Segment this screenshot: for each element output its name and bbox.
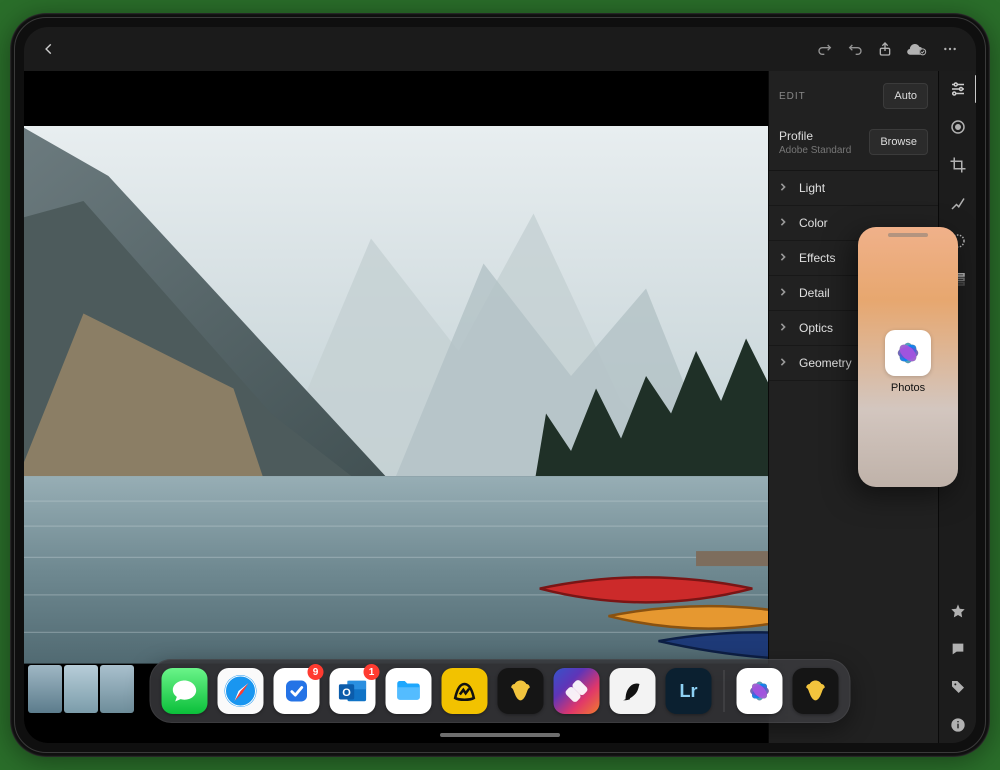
- rating-star-icon[interactable]: [948, 601, 968, 621]
- badge: 1: [364, 664, 380, 680]
- chevron-right-icon: [779, 286, 787, 300]
- dock-app-basecamp[interactable]: [442, 668, 488, 714]
- info-icon[interactable]: [948, 715, 968, 735]
- chevron-right-icon: [779, 356, 787, 370]
- sliders-tool-icon[interactable]: [948, 79, 968, 99]
- filmstrip-thumbnails[interactable]: [28, 665, 134, 713]
- chevron-right-icon: [779, 321, 787, 335]
- panel-label: Geometry: [799, 356, 852, 370]
- main-row: EDIT Auto Profile Adobe Standard Browse …: [24, 71, 976, 743]
- edited-photo: [24, 126, 768, 664]
- browse-button[interactable]: Browse: [869, 129, 928, 155]
- dock-app-files[interactable]: [386, 668, 432, 714]
- more-icon[interactable]: [934, 35, 966, 63]
- edit-header-label: EDIT: [779, 91, 806, 102]
- dock-app-safari[interactable]: [218, 668, 264, 714]
- comments-icon[interactable]: [948, 639, 968, 659]
- dock-recent-bear[interactable]: [793, 668, 839, 714]
- auto-button[interactable]: Auto: [883, 83, 928, 109]
- dock-app-things[interactable]: 9: [274, 668, 320, 714]
- panel-label: Effects: [799, 251, 835, 265]
- photos-app-icon[interactable]: [885, 330, 931, 376]
- panel-light[interactable]: Light: [769, 171, 938, 206]
- dock-app-lightroom[interactable]: Lr: [666, 668, 712, 714]
- dock-app-outlook[interactable]: O1: [330, 668, 376, 714]
- profile-row: Profile Adobe Standard Browse: [769, 121, 938, 171]
- chevron-right-icon: [779, 216, 787, 230]
- badge: 9: [308, 664, 324, 680]
- dock-separator: [724, 670, 725, 712]
- profile-value: Adobe Standard: [779, 145, 851, 156]
- thumbnail[interactable]: [100, 665, 134, 713]
- ipad-device-frame: EDIT Auto Profile Adobe Standard Browse …: [10, 13, 990, 757]
- redo-icon[interactable]: [810, 35, 840, 63]
- thumbnail[interactable]: [28, 665, 62, 713]
- screen: EDIT Auto Profile Adobe Standard Browse …: [24, 27, 976, 743]
- home-indicator[interactable]: [440, 733, 560, 737]
- dock-container: 9 O1 Lr: [150, 659, 851, 723]
- dock-app-shortcuts[interactable]: [554, 668, 600, 714]
- svg-text:O: O: [342, 687, 351, 699]
- lightroom-glyph: Lr: [680, 681, 698, 702]
- back-button[interactable]: [34, 34, 64, 64]
- share-icon[interactable]: [870, 35, 900, 63]
- crop-tool-icon[interactable]: [948, 155, 968, 175]
- slide-over-app-label: Photos: [891, 382, 925, 394]
- dock-recent-photos[interactable]: [737, 668, 783, 714]
- dock-app-messages[interactable]: [162, 668, 208, 714]
- app-topbar: [24, 27, 976, 71]
- chevron-right-icon: [779, 251, 787, 265]
- dock-app-bear[interactable]: [498, 668, 544, 714]
- keywords-tag-icon[interactable]: [948, 677, 968, 697]
- dock: 9 O1 Lr: [150, 659, 851, 723]
- panel-label: Optics: [799, 321, 833, 335]
- presets-tool-icon[interactable]: [948, 117, 968, 137]
- healing-brush-icon[interactable]: [948, 193, 968, 213]
- undo-icon[interactable]: [840, 35, 870, 63]
- panel-label: Detail: [799, 286, 830, 300]
- panel-label: Light: [799, 181, 825, 195]
- image-canvas[interactable]: [24, 71, 768, 743]
- chevron-right-icon: [779, 181, 787, 195]
- thumbnail[interactable]: [64, 665, 98, 713]
- profile-label: Profile: [779, 129, 851, 143]
- cloud-sync-icon[interactable]: [900, 35, 934, 63]
- slide-over-panel[interactable]: Photos: [858, 227, 958, 487]
- panel-label: Color: [799, 216, 828, 230]
- dock-app-drafts[interactable]: [610, 668, 656, 714]
